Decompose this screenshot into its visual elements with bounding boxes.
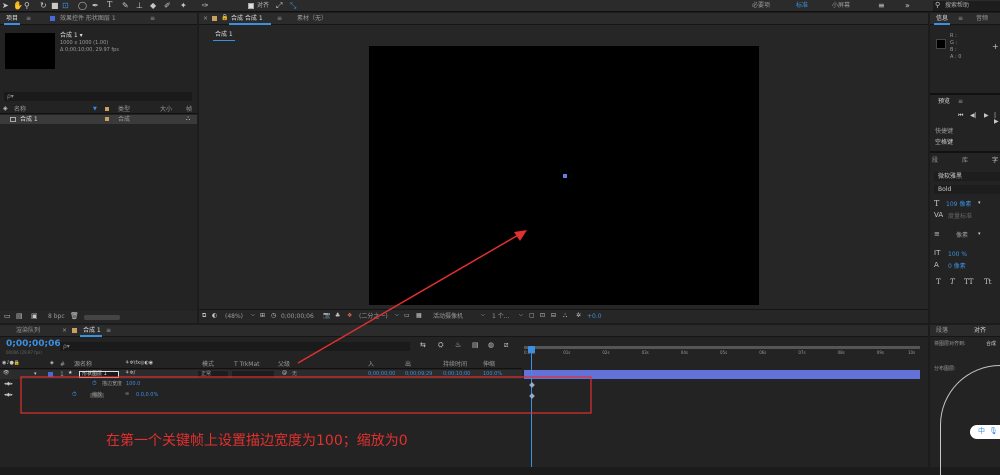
annotation-highlight-box [20,376,592,414]
annotation-arrow-line [297,233,521,364]
annotation-overlay [20,230,592,414]
annotation-text: 在第一个关键帧上设置描边宽度为100；缩放为0 [106,433,408,449]
